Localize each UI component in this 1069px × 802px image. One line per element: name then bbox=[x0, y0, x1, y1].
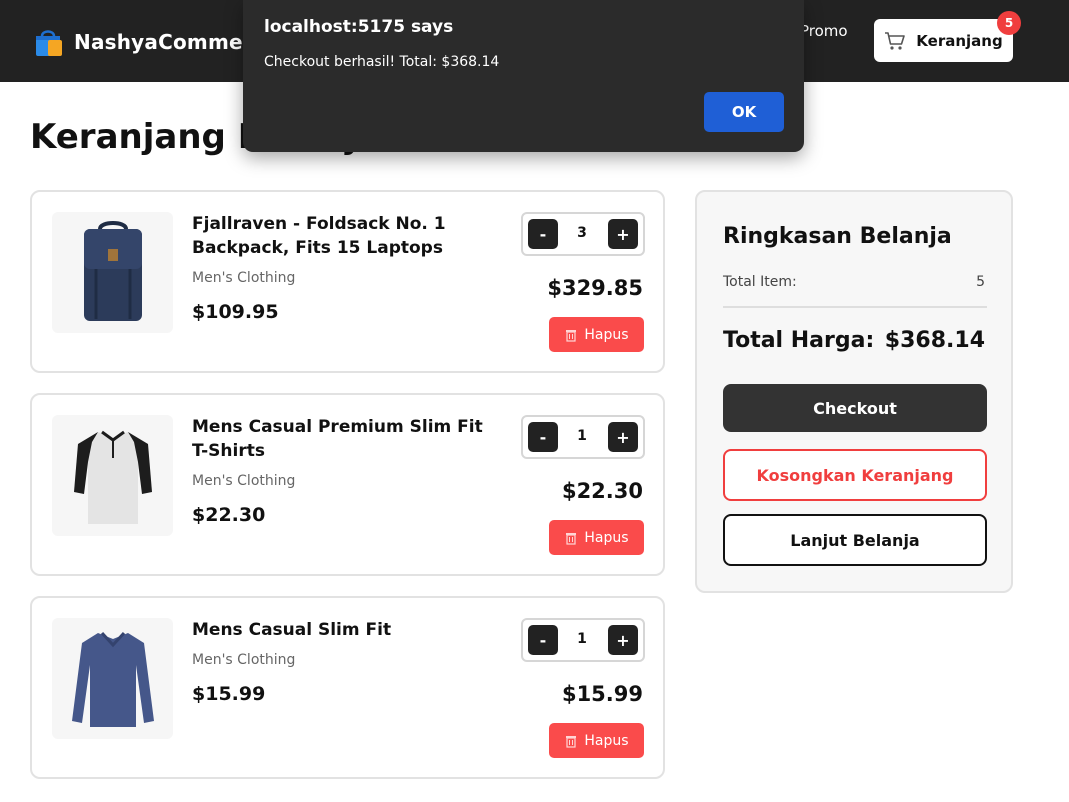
product-unit-price: $15.99 bbox=[192, 683, 266, 705]
product-image bbox=[52, 212, 173, 333]
product-category: Men's Clothing bbox=[192, 473, 296, 489]
nav-link-promo[interactable]: Promo bbox=[800, 22, 848, 40]
dialog-ok-button[interactable]: OK bbox=[704, 92, 784, 132]
increase-quantity-button[interactable]: + bbox=[608, 219, 638, 249]
remove-item-button[interactable]: Hapus bbox=[549, 520, 644, 555]
product-image bbox=[52, 618, 173, 739]
total-items-value: 5 bbox=[976, 274, 985, 290]
total-items-label: Total Item: bbox=[723, 274, 797, 290]
product-category: Men's Clothing bbox=[192, 270, 296, 286]
raglan-shirt-icon bbox=[73, 430, 152, 524]
trash-icon bbox=[566, 735, 577, 748]
quantity-value: 3 bbox=[577, 225, 587, 241]
remove-button-label: Hapus bbox=[584, 326, 629, 343]
backpack-icon bbox=[83, 220, 142, 321]
remove-item-button[interactable]: Hapus bbox=[549, 317, 644, 352]
decrease-quantity-button[interactable]: - bbox=[528, 422, 558, 452]
remove-button-label: Hapus bbox=[584, 529, 629, 546]
quantity-stepper: - 1 + bbox=[521, 415, 645, 459]
checkout-button[interactable]: Checkout bbox=[723, 384, 987, 432]
product-image bbox=[52, 415, 173, 536]
empty-cart-button[interactable]: Kosongkan Keranjang bbox=[723, 449, 987, 501]
summary-divider bbox=[723, 306, 987, 308]
item-subtotal: $22.30 bbox=[561, 479, 643, 503]
cart-count-badge: 5 bbox=[997, 11, 1021, 35]
dialog-message: Checkout berhasil! Total: $368.14 bbox=[264, 54, 500, 70]
item-subtotal: $15.99 bbox=[561, 682, 643, 706]
cart-item: Fjallraven - Foldsack No. 1 Backpack, Fi… bbox=[30, 190, 665, 373]
cart-button-label: Keranjang bbox=[916, 31, 1003, 50]
trash-icon bbox=[566, 532, 577, 545]
cart-button[interactable]: Keranjang bbox=[874, 19, 1013, 62]
continue-shopping-button[interactable]: Lanjut Belanja bbox=[723, 514, 987, 566]
cart-item: Mens Casual Slim Fit Men's Clothing $15.… bbox=[30, 596, 665, 779]
quantity-value: 1 bbox=[577, 631, 587, 647]
shopping-cart-icon bbox=[885, 31, 906, 50]
product-unit-price: $109.95 bbox=[192, 301, 279, 323]
total-price-value: $368.14 bbox=[884, 328, 985, 353]
decrease-quantity-button[interactable]: - bbox=[528, 219, 558, 249]
brand-logo[interactable]: NashyaCommerce bbox=[32, 26, 279, 58]
decrease-quantity-button[interactable]: - bbox=[528, 625, 558, 655]
product-title: Fjallraven - Foldsack No. 1 Backpack, Fi… bbox=[192, 214, 446, 258]
summary-title: Ringkasan Belanja bbox=[723, 224, 952, 249]
shopping-bag-icon bbox=[36, 30, 62, 56]
quantity-stepper: - 3 + bbox=[521, 212, 645, 256]
quantity-stepper: - 1 + bbox=[521, 618, 645, 662]
increase-quantity-button[interactable]: + bbox=[608, 422, 638, 452]
cart-item: Mens Casual Premium Slim Fit T-Shirts Me… bbox=[30, 393, 665, 576]
long-sleeve-shirt-icon bbox=[71, 631, 154, 727]
alert-dialog: localhost:5175 says Checkout berhasil! T… bbox=[243, 0, 804, 152]
dialog-title: localhost:5175 says bbox=[264, 17, 454, 37]
remove-button-label: Hapus bbox=[584, 732, 629, 749]
item-subtotal: $329.85 bbox=[547, 276, 643, 300]
order-summary-panel: Ringkasan Belanja Total Item: 5 Total Ha… bbox=[695, 190, 1013, 593]
quantity-value: 1 bbox=[577, 428, 587, 444]
product-unit-price: $22.30 bbox=[192, 504, 266, 526]
increase-quantity-button[interactable]: + bbox=[608, 625, 638, 655]
product-title: Mens Casual Premium Slim Fit T-Shirts bbox=[192, 417, 483, 461]
product-title: Mens Casual Slim Fit bbox=[192, 620, 392, 640]
product-category: Men's Clothing bbox=[192, 652, 296, 668]
remove-item-button[interactable]: Hapus bbox=[549, 723, 644, 758]
trash-icon bbox=[566, 329, 577, 342]
total-price-label: Total Harga: bbox=[723, 328, 875, 353]
